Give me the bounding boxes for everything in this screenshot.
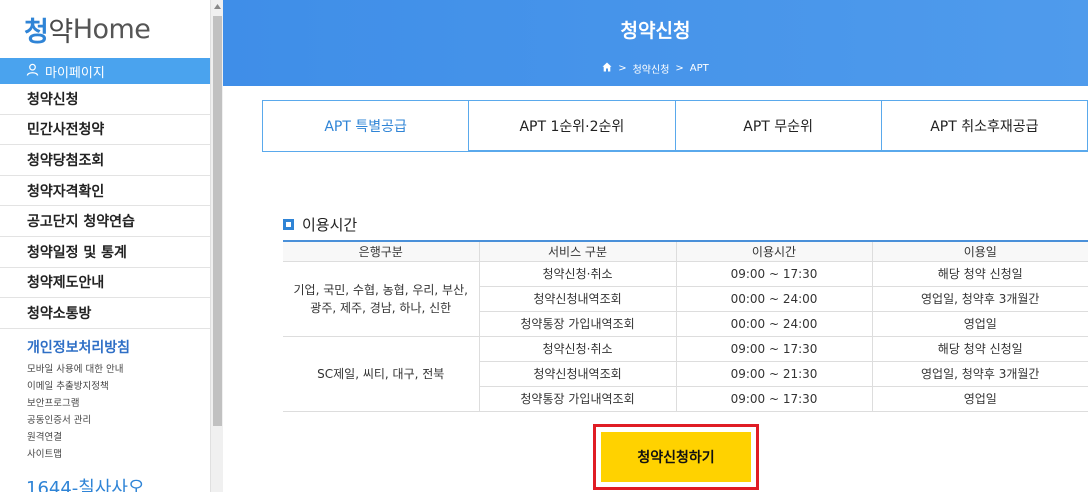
breadcrumb-apply[interactable]: 청약신청	[633, 61, 670, 76]
time-cell: 09:00 ~ 17:30	[675, 386, 872, 412]
tab-bar: APT 특별공급 APT 1순위·2순위 APT 무순위 APT 취소후재공급	[262, 100, 1088, 152]
time-cell: 09:00 ~ 17:30	[675, 261, 872, 287]
phone-number: 1644-칠사사오	[26, 477, 145, 492]
chevron-right-icon: >	[618, 63, 627, 74]
mypage-label: 마이페이지	[45, 65, 105, 81]
section-heading: 이용시간	[283, 214, 357, 235]
bank-group-cell: SC제일, 씨티, 대구, 전북	[283, 336, 479, 412]
days-cell: 해당 청약 신청일	[871, 261, 1088, 287]
square-bullet-icon	[283, 219, 294, 230]
tab-apt-rank[interactable]: APT 1순위·2순위	[469, 100, 676, 151]
email-policy-link[interactable]: 이메일 추출방지정책	[27, 378, 210, 395]
scroll-up-arrow-icon[interactable]	[211, 0, 223, 13]
sidebar-item-apply[interactable]: 청약신청	[0, 84, 210, 115]
site-logo[interactable]: 청 약 Home	[0, 0, 210, 58]
mypage-link[interactable]: 마이페이지	[0, 58, 210, 84]
sidebar-item-private-preapply[interactable]: 민간사전청약	[0, 115, 210, 146]
sidebar-item-eligibility[interactable]: 청약자격확인	[0, 176, 210, 207]
main-content: 청약신청 > 청약신청 > APT APT 특별공급 APT 1순위·2순위 A…	[223, 0, 1088, 492]
service-hours-table: 은행구분 서비스 구분 이용시간 이용일 기업, 국민, 수협, 농협, 우리,…	[283, 240, 1088, 412]
remote-connect-link[interactable]: 원격연결	[27, 429, 210, 446]
footer-links: 개인정보처리방침 모바일 사용에 대한 안내 이메일 추출방지정책 보안프로그램…	[0, 329, 210, 463]
header-bank: 은행구분	[283, 240, 479, 262]
sidebar-item-winner-lookup[interactable]: 청약당첨조회	[0, 145, 210, 176]
sidebar: 청 약 Home 마이페이지 청약신청 민간사전청약 청약당첨조회 청약자격확인 공…	[0, 0, 210, 492]
table-header-row: 은행구분 서비스 구분 이용시간 이용일	[283, 240, 1088, 262]
service-cell: 청약신청·취소	[478, 261, 676, 287]
time-cell: 09:00 ~ 21:30	[675, 361, 872, 387]
apply-button[interactable]: 청약신청하기	[601, 432, 751, 482]
time-cell: 00:00 ~ 24:00	[675, 286, 872, 312]
sidebar-item-community[interactable]: 청약소통방	[0, 298, 210, 329]
breadcrumb-apt[interactable]: APT	[690, 63, 709, 74]
tab-apt-special-supply[interactable]: APT 특별공급	[262, 100, 470, 151]
service-cell: 청약신청내역조회	[478, 286, 676, 312]
days-cell: 해당 청약 신청일	[871, 336, 1088, 362]
section-title-text: 이용시간	[302, 216, 358, 234]
sidebar-scrollbar[interactable]	[210, 0, 223, 492]
header-days: 이용일	[871, 240, 1088, 262]
days-cell: 영업일, 청약후 3개월간	[871, 361, 1088, 387]
apply-button-highlight: 청약신청하기	[593, 424, 759, 490]
service-cell: 청약통장 가입내역조회	[478, 311, 676, 337]
sidebar-item-system-guide[interactable]: 청약제도안내	[0, 268, 210, 299]
privacy-policy-link[interactable]: 개인정보처리방침	[27, 337, 210, 357]
header-service: 서비스 구분	[478, 240, 676, 262]
days-cell: 영업일, 청약후 3개월간	[871, 286, 1088, 312]
breadcrumb: > 청약신청 > APT	[223, 61, 1088, 76]
table-row: SC제일, 씨티, 대구, 전북 청약신청·취소 09:00 ~ 17:30 해…	[283, 336, 1088, 412]
service-cell: 청약통장 가입내역조회	[478, 386, 676, 412]
mobile-guide-link[interactable]: 모바일 사용에 대한 안내	[27, 361, 210, 378]
tab-apt-resupply[interactable]: APT 취소후재공급	[881, 100, 1088, 151]
service-cell: 청약신청·취소	[478, 336, 676, 362]
sitemap-link[interactable]: 사이트맵	[27, 446, 210, 463]
chevron-right-icon: >	[675, 63, 684, 74]
scroll-thumb[interactable]	[213, 16, 222, 426]
certificate-link[interactable]: 공동인증서 관리	[27, 412, 210, 429]
page-title: 청약신청	[620, 20, 691, 42]
time-cell: 09:00 ~ 17:30	[675, 336, 872, 362]
user-icon	[26, 63, 39, 80]
bank-group-cell: 기업, 국민, 수협, 농협, 우리, 부산, 광주, 제주, 경남, 하나, …	[283, 261, 479, 337]
header-hours: 이용시간	[675, 240, 872, 262]
days-cell: 영업일	[871, 311, 1088, 337]
table-row: 기업, 국민, 수협, 농협, 우리, 부산, 광주, 제주, 경남, 하나, …	[283, 261, 1088, 337]
service-cell: 청약신청내역조회	[478, 361, 676, 387]
tab-apt-no-rank[interactable]: APT 무순위	[675, 100, 882, 151]
security-program-link[interactable]: 보안프로그램	[27, 395, 210, 412]
time-cell: 00:00 ~ 24:00	[675, 311, 872, 337]
sidebar-item-practice[interactable]: 공고단지 청약연습	[0, 206, 210, 237]
days-cell: 영업일	[871, 386, 1088, 412]
sidebar-item-schedule-stats[interactable]: 청약일정 및 통계	[0, 237, 210, 268]
home-icon[interactable]	[602, 62, 612, 75]
page-banner: 청약신청 > 청약신청 > APT	[223, 0, 1088, 86]
